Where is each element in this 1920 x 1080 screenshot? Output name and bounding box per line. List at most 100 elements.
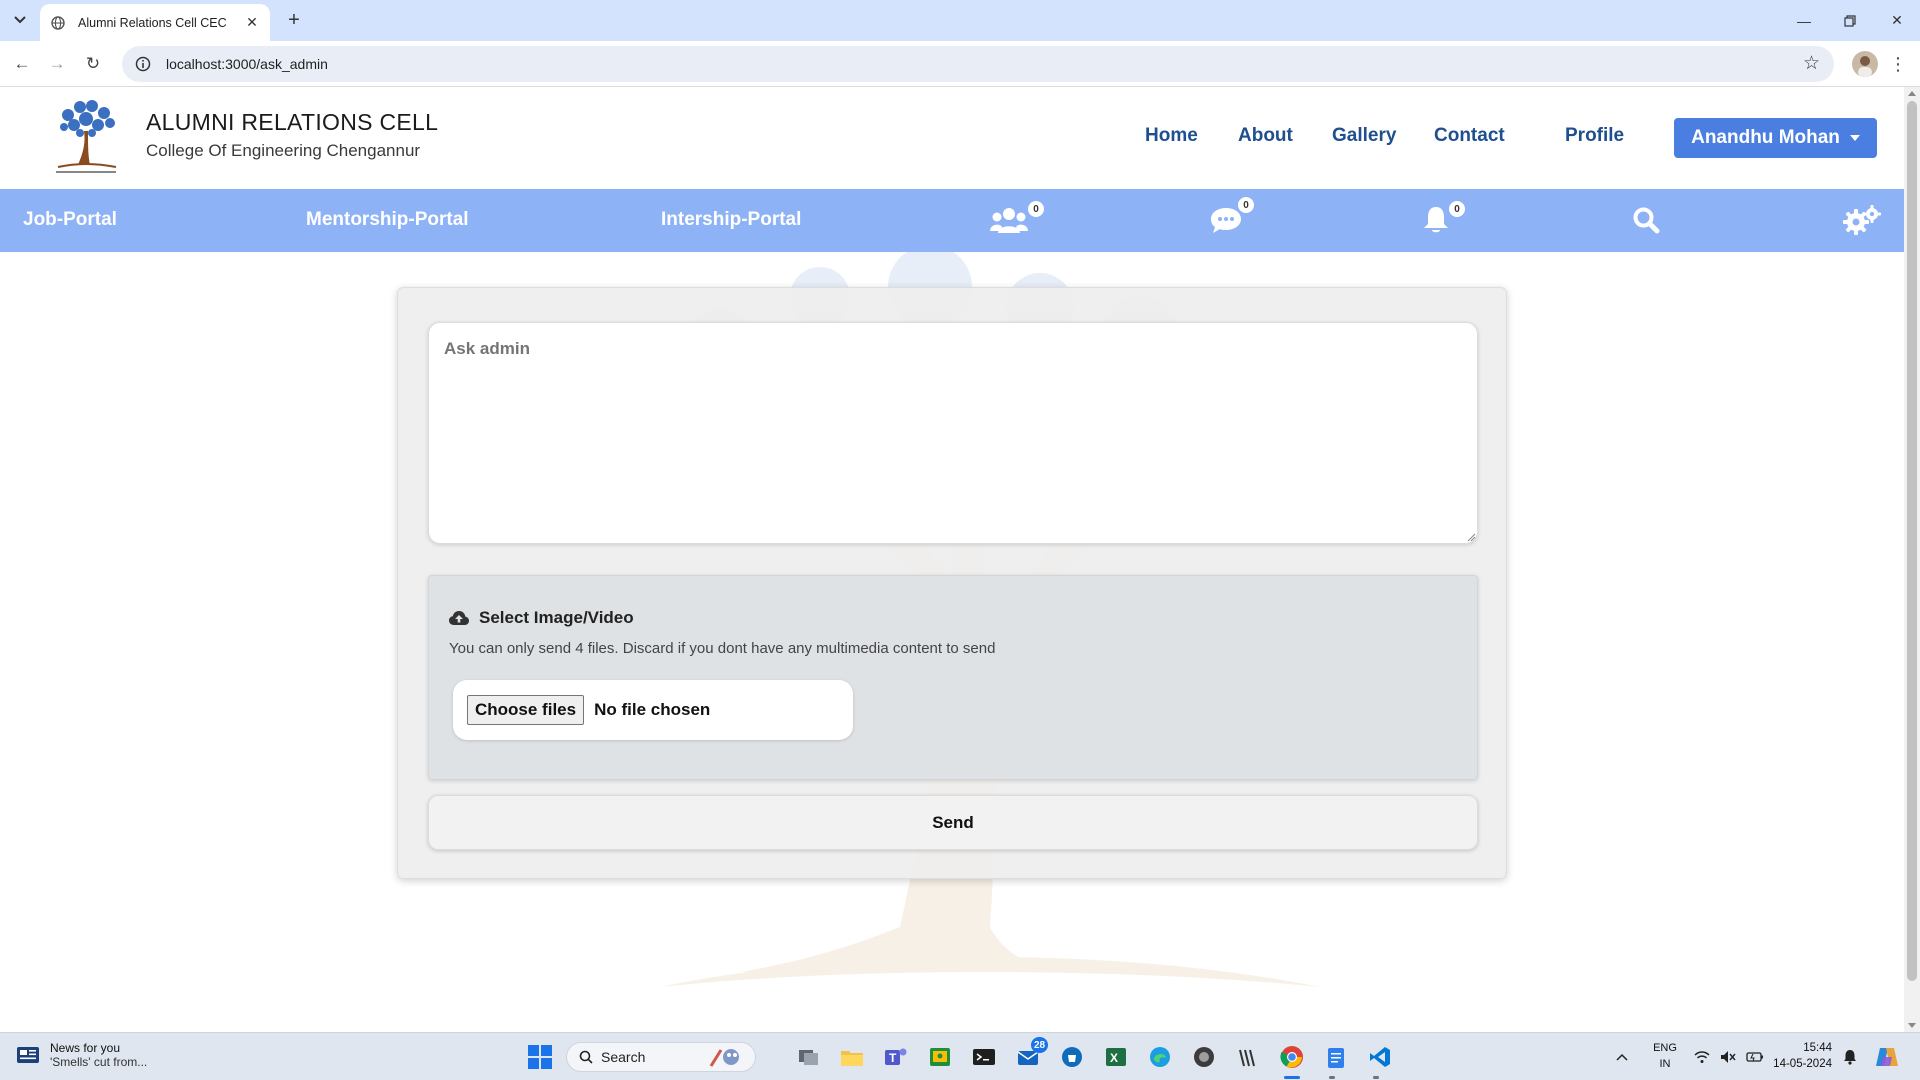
browser-menu-icon[interactable]: ⋮ — [1888, 51, 1908, 77]
svg-text:X: X — [1110, 1051, 1118, 1065]
news-title: News for you — [50, 1041, 121, 1055]
windows-start-icon[interactable] — [526, 1043, 554, 1071]
forward-icon[interactable]: → — [44, 51, 70, 77]
notifications-button[interactable]: 0 — [1423, 201, 1469, 237]
sound-app-icon[interactable] — [1233, 1043, 1261, 1071]
messages-button[interactable]: 0 — [1210, 197, 1260, 237]
excel-icon[interactable]: X — [1102, 1043, 1130, 1071]
brand-title: ALUMNI RELATIONS CELL — [146, 109, 439, 135]
svg-text:T: T — [889, 1051, 897, 1065]
back-icon[interactable]: ← — [9, 51, 35, 77]
taskbar-search-box[interactable]: Search — [566, 1042, 756, 1072]
task-view-icon[interactable] — [795, 1043, 823, 1071]
chrome-running-indicator — [1284, 1076, 1300, 1079]
media-upload-section: Select Image/Video You can only send 4 f… — [428, 575, 1478, 780]
new-tab-icon[interactable]: + — [282, 8, 306, 32]
news-icon — [17, 1047, 39, 1063]
tray-chevron-icon[interactable] — [1616, 1033, 1628, 1080]
nav-about-link[interactable]: About — [1238, 125, 1293, 147]
mail-icon[interactable]: 28 — [1015, 1037, 1049, 1071]
close-window-icon[interactable]: ✕ — [1874, 0, 1920, 41]
choose-files-button[interactable]: Choose files — [467, 695, 585, 725]
search-highlight-icon — [709, 1049, 739, 1067]
nav-profile-link[interactable]: Profile — [1565, 125, 1624, 147]
browser-tab-bar: Alumni Relations Cell CEC ✕ + — ✕ — [0, 0, 1920, 41]
site-header: ALUMNI RELATIONS CELL College Of Enginee… — [0, 87, 1904, 189]
tab-title: Alumni Relations Cell CEC — [78, 15, 227, 30]
job-portal-link[interactable]: Job-Portal — [23, 209, 117, 231]
site-info-icon[interactable] — [134, 55, 152, 73]
user-dropdown-button[interactable]: Anandhu Mohan — [1674, 118, 1877, 158]
terminal-icon[interactable] — [970, 1043, 998, 1071]
search-icon — [1633, 207, 1660, 234]
page-scrollbar[interactable] — [1904, 87, 1920, 1032]
notification-bell-icon[interactable] — [1843, 1033, 1857, 1080]
browser-tab[interactable]: Alumni Relations Cell CEC ✕ — [40, 4, 270, 41]
edge-icon[interactable] — [1146, 1043, 1174, 1071]
scrollbar-thumb[interactable] — [1907, 101, 1917, 981]
nav-home-link[interactable]: Home — [1145, 125, 1198, 147]
vscode-icon[interactable] — [1366, 1043, 1394, 1071]
upload-header: Select Image/Video — [449, 608, 634, 628]
search-button[interactable] — [1632, 203, 1662, 237]
settings-button[interactable] — [1843, 203, 1883, 237]
internship-portal-link[interactable]: Intership-Portal — [661, 209, 801, 231]
wifi-icon — [1694, 1051, 1710, 1063]
caret-down-icon — [1849, 135, 1860, 141]
taskbar-search-label: Search — [601, 1049, 646, 1065]
close-tab-icon[interactable]: ✕ — [244, 14, 260, 31]
mentorship-portal-link[interactable]: Mentorship-Portal — [306, 209, 469, 231]
tab-search-chevron-icon[interactable] — [8, 8, 32, 32]
taskbar-search-icon — [579, 1050, 593, 1064]
browser-toolbar: ← → ↻ localhost:3000/ask_admin ☆ ⋮ — [0, 41, 1920, 87]
address-bar[interactable]: localhost:3000/ask_admin ☆ — [122, 46, 1834, 82]
nav-contact-link[interactable]: Contact — [1434, 125, 1505, 147]
store-icon[interactable] — [1058, 1043, 1086, 1071]
friends-count-badge: 0 — [1028, 201, 1044, 217]
file-input[interactable]: Choose files No file chosen — [453, 680, 853, 740]
vscode-running-indicator — [1373, 1076, 1379, 1079]
copilot-icon[interactable] — [1874, 1033, 1900, 1080]
teams-icon[interactable]: T — [882, 1043, 910, 1071]
brand-subtitle: College Of Engineering Chengannur — [146, 141, 421, 160]
news-widget[interactable]: News for you 'Smells' cut from... — [16, 1041, 147, 1069]
globe-icon — [50, 15, 66, 31]
send-button[interactable]: Send — [428, 795, 1478, 850]
notepad-icon[interactable] — [1322, 1043, 1350, 1071]
system-clock[interactable]: 15:44 14-05-2024 — [1772, 1040, 1832, 1072]
friends-button[interactable]: 0 — [990, 201, 1044, 237]
settings-icon — [1843, 205, 1881, 235]
users-icon — [990, 208, 1028, 233]
language-indicator[interactable]: ENG IN — [1650, 1040, 1680, 1072]
scroll-down-icon[interactable] — [1908, 1023, 1916, 1028]
page-viewport: ALUMNI RELATIONS CELL College Of Enginee… — [0, 87, 1904, 1032]
restore-icon[interactable] — [1827, 0, 1873, 41]
scroll-up-icon[interactable] — [1908, 91, 1916, 96]
upload-label: Select Image/Video — [479, 608, 634, 627]
chat-icon — [1211, 208, 1241, 233]
reload-icon[interactable]: ↻ — [80, 51, 106, 77]
lang-top: ENG — [1653, 1042, 1677, 1054]
battery-icon — [1746, 1052, 1763, 1062]
chrome-icon[interactable] — [1278, 1043, 1306, 1071]
portal-nav-bar: Job-Portal Mentorship-Portal Intership-P… — [0, 189, 1904, 252]
upload-note: You can only send 4 files. Discard if yo… — [449, 640, 996, 657]
classroom-icon[interactable] — [926, 1043, 954, 1071]
bookmark-star-icon[interactable]: ☆ — [1803, 54, 1820, 74]
ask-admin-textarea[interactable] — [428, 322, 1478, 544]
nav-gallery-link[interactable]: Gallery — [1332, 125, 1396, 147]
bell-icon — [1424, 207, 1448, 233]
resize-handle-icon[interactable] — [1466, 532, 1476, 542]
system-tray-icons[interactable] — [1694, 1033, 1764, 1080]
no-file-text: No file chosen — [594, 700, 711, 719]
file-explorer-icon[interactable] — [838, 1043, 866, 1071]
minimize-icon[interactable]: — — [1781, 0, 1827, 41]
clock-date: 14-05-2024 — [1773, 1058, 1832, 1070]
user-name: Anandhu Mohan — [1691, 127, 1840, 148]
os-taskbar: News for you 'Smells' cut from... Search… — [0, 1032, 1920, 1080]
cloud-upload-icon — [449, 611, 469, 625]
app-icon[interactable] — [1190, 1043, 1218, 1071]
news-subtitle: 'Smells' cut from... — [50, 1055, 148, 1069]
browser-profile-avatar[interactable] — [1852, 51, 1878, 77]
alumni-cell-logo-icon[interactable] — [46, 97, 126, 179]
